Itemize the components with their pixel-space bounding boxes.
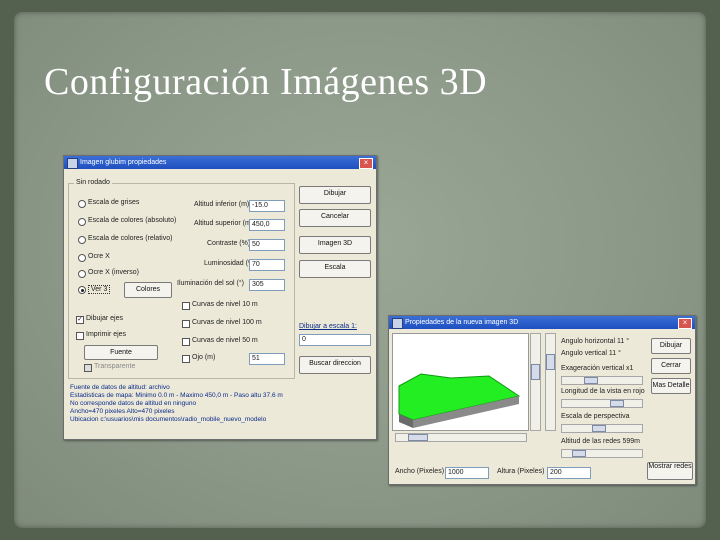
checkbox-imprimir-ejes[interactable] — [76, 332, 84, 340]
radio-grises[interactable] — [78, 200, 86, 208]
checkbox-label: Curvas de nivel 100 m — [192, 319, 262, 326]
longitud-slider[interactable] — [561, 399, 643, 408]
dibujar-button[interactable]: Dibujar — [299, 186, 371, 204]
cerrar-button[interactable]: Cerrar — [651, 358, 691, 374]
dibujar-escala-input[interactable]: 0 — [299, 334, 371, 346]
scroll-thumb[interactable] — [546, 354, 555, 370]
iluminacion-input[interactable]: 305 — [249, 279, 285, 291]
angulo-vertical-label: Angulo vertical 11 ° — [561, 350, 621, 357]
altitud-redes-slider[interactable] — [561, 449, 643, 458]
altitud-inferior-input[interactable]: -15.0 — [249, 200, 285, 212]
info-line: No corresponde datos de altitud en ningu… — [70, 400, 197, 407]
imagen-3d-button[interactable]: Imagen 3D — [299, 236, 371, 254]
radio-colores-absoluto[interactable] — [78, 218, 86, 226]
group-label: Sin rodado — [74, 179, 112, 186]
radio-label: Escala de colores (absoluto) — [88, 217, 177, 224]
ojo-input[interactable]: 51 — [249, 353, 285, 365]
contraste-input[interactable]: 50 — [249, 239, 285, 251]
alto-label: Altura (Pixeles) — [497, 468, 545, 475]
scroll-thumb[interactable] — [408, 434, 428, 441]
dibujar-button[interactable]: Dibujar — [651, 338, 691, 354]
mostrar-redes-button[interactable]: Mostrar redes — [647, 462, 693, 480]
exageracion-label: Exageración vertical x1 — [561, 365, 634, 372]
checkbox-label: Transparente — [94, 363, 136, 370]
image-properties-window: Imagen glubim propiedades × Sin rodado E… — [63, 155, 377, 440]
longitud-label: Longitud de la vista en rojo — [561, 388, 645, 395]
window-title: Imagen glubim propiedades — [80, 159, 167, 166]
alto-input[interactable]: 200 — [547, 467, 591, 479]
window-titlebar: Imagen glubim propiedades × — [64, 156, 376, 169]
checkbox-label: Curvas de nivel 10 m — [192, 301, 258, 308]
checkbox-label: Ojo (m) — [192, 354, 216, 361]
vertical-scrollbar[interactable] — [545, 333, 556, 431]
altitud-superior-input[interactable]: 450,0 — [249, 219, 285, 231]
slide-title: Configuración Imágenes 3D — [44, 61, 488, 103]
cancelar-button[interactable]: Cancelar — [299, 209, 371, 227]
buscar-direccion-button[interactable]: Buscar direccion — [299, 356, 371, 374]
slider-thumb[interactable] — [584, 377, 598, 384]
angulo-horizontal-label: Angulo horizontal 11 ° — [561, 338, 630, 345]
checkbox-curvas-10[interactable] — [182, 302, 190, 310]
radio-label: Escala de grises — [88, 199, 140, 206]
info-line: Fuente de datos de altitud: archivo — [70, 384, 170, 391]
radio-ver3[interactable] — [78, 286, 86, 294]
perspectiva-label: Escala de perspectiva — [561, 413, 630, 420]
new-3d-image-window: Propiedades de la nueva imagen 3D × Angu… — [388, 315, 696, 485]
ancho-input[interactable]: 1000 — [445, 467, 489, 479]
luminosidad-input[interactable]: 70 — [249, 259, 285, 271]
info-line: Ancho=470 pixeles Alto=470 pixeles — [70, 408, 175, 415]
fuente-button[interactable]: Fuente — [84, 345, 158, 360]
slider-thumb[interactable] — [572, 450, 586, 457]
exageracion-slider[interactable] — [561, 376, 643, 385]
radio-colores-relativo[interactable] — [78, 236, 86, 244]
slider-thumb[interactable] — [610, 400, 624, 407]
preview-3d-image — [392, 333, 529, 431]
escala-button[interactable]: Escala — [299, 260, 371, 278]
slider-thumb[interactable] — [592, 425, 606, 432]
close-icon[interactable]: × — [678, 318, 692, 329]
terrain-preview-svg — [398, 373, 521, 428]
app-icon — [67, 158, 78, 169]
checkbox-label: Curvas de nivel 50 m — [192, 337, 258, 344]
checkbox-transparente[interactable] — [84, 364, 92, 372]
radio-label: Ver 3 — [88, 285, 111, 294]
field-label: Altitud superior (m) — [194, 220, 254, 227]
field-label: Contraste (%) — [207, 240, 251, 247]
radio-label: Ocre X (inverso) — [88, 269, 139, 276]
perspectiva-slider[interactable] — [561, 424, 643, 433]
checkbox-dibujar-ejes[interactable]: ✓ — [76, 316, 84, 324]
field-label: Iluminación del sol (°) — [177, 280, 244, 287]
scroll-thumb[interactable] — [531, 364, 540, 380]
checkbox-curvas-50[interactable] — [182, 338, 190, 346]
slide: Configuración Imágenes 3D Imagen glubim … — [0, 0, 720, 540]
window-titlebar: Propiedades de la nueva imagen 3D × — [389, 316, 695, 329]
radio-ocre[interactable] — [78, 254, 86, 262]
mas-detalle-button[interactable]: Mas Detalle — [651, 378, 691, 394]
checkbox-curvas-100[interactable] — [182, 320, 190, 328]
info-line: Estadisticas de mapa: Minimo 0.0 m - Max… — [70, 392, 283, 399]
checkbox-label: Dibujar ejes — [86, 315, 123, 322]
dibujar-escala-label: Dibujar a escala 1: — [299, 323, 357, 330]
checkbox-label: Imprimir ejes — [86, 331, 127, 338]
altitud-redes-label: Altitud de las redes 599m — [561, 438, 640, 445]
vertical-scrollbar[interactable] — [530, 333, 541, 431]
window-title: Propiedades de la nueva imagen 3D — [405, 319, 519, 326]
checkbox-ojo[interactable] — [182, 355, 190, 363]
ancho-label: Ancho (Pixeles) — [395, 468, 445, 475]
colores-button[interactable]: Colores — [124, 282, 172, 298]
app-icon — [392, 318, 403, 329]
field-label: Altitud inferior (m) — [194, 201, 250, 208]
close-icon[interactable]: × — [359, 158, 373, 169]
horizontal-scrollbar[interactable] — [395, 433, 527, 442]
radio-ocre-inverso[interactable] — [78, 270, 86, 278]
radio-label: Escala de colores (relativo) — [88, 235, 173, 242]
radio-label: Ocre X — [88, 253, 110, 260]
info-line: Ubicacion c:\usuarios\mis documentos\rad… — [70, 416, 267, 423]
